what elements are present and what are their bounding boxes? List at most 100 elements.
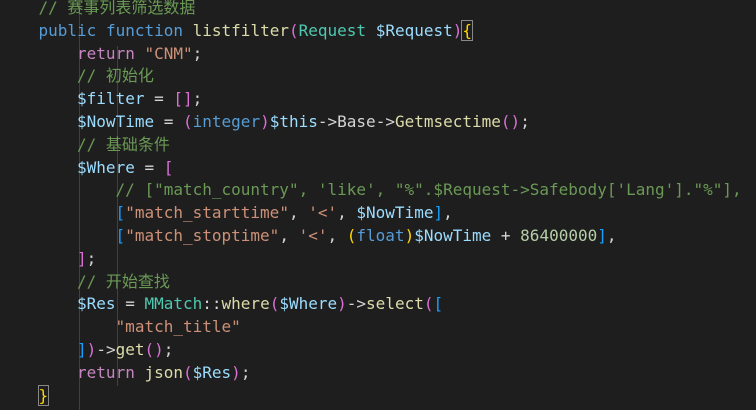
code-token: ] <box>77 248 87 268</box>
code-line[interactable]: return json($Res); <box>77 362 250 385</box>
code-token: ; <box>520 112 530 131</box>
code-token: Base <box>337 112 376 131</box>
code-token: '<' <box>298 226 328 245</box>
code-token: = <box>115 294 145 314</box>
code-token: json <box>144 362 183 382</box>
code-token: $Request <box>375 20 453 40</box>
code-token: $Res <box>77 294 116 314</box>
code-token: = <box>134 157 164 177</box>
code-editor[interactable]: // 赛事列表筛选数据 public function listfilter(Re… <box>0 0 756 410</box>
code-token: -> <box>375 112 395 131</box>
code-token: , <box>288 203 309 223</box>
code-token: $NowTime <box>77 112 155 131</box>
code-token: $Res <box>192 362 232 382</box>
code-token: ; <box>192 89 203 109</box>
code-token: ] <box>597 226 607 245</box>
code-token: () <box>144 340 164 359</box>
code-line[interactable]: $filter = []; <box>77 88 202 111</box>
code-token: $Where <box>279 294 338 314</box>
code-token: MMatch <box>144 294 203 314</box>
code-token: , <box>443 203 453 223</box>
code-token: $filter <box>77 89 145 109</box>
code-line[interactable]: // 基础条件 <box>77 134 170 157</box>
code-token: ; <box>86 248 97 268</box>
code-token: float <box>356 226 405 245</box>
code-token: -> <box>317 112 338 131</box>
code-token: ( <box>346 226 357 245</box>
code-line[interactable]: $Res = MMatch::where($Where)->select([ <box>77 293 443 316</box>
code-token: = <box>144 89 174 109</box>
code-token: return <box>77 362 145 382</box>
code-token: { <box>461 19 473 41</box>
code-token: [ <box>433 294 444 314</box>
code-token: ) <box>337 294 347 314</box>
code-line[interactable]: $Where = [ <box>77 157 173 180</box>
code-line[interactable]: // 赛事列表筛选数据 <box>39 0 196 20</box>
code-token: ; <box>192 43 203 63</box>
code-token: $NowTime <box>356 203 434 223</box>
code-token: // 赛事列表筛选数据 <box>38 0 196 17</box>
code-token: -> <box>96 340 116 359</box>
code-token: return <box>77 43 145 63</box>
code-token: Request <box>298 20 367 40</box>
code-token: ] <box>77 340 87 359</box>
code-token: [ <box>163 157 174 177</box>
code-token: = <box>154 112 183 131</box>
code-token: , <box>327 226 347 245</box>
code-token: [ <box>115 203 126 223</box>
code-token: where <box>221 294 270 314</box>
code-line[interactable]: public function listfilter(Request $Requ… <box>38 19 473 43</box>
code-token: public function <box>38 20 193 40</box>
code-token: , <box>606 226 617 245</box>
code-token: + <box>491 226 521 245</box>
code-token: // 基础条件 <box>77 134 170 154</box>
code-token: ( <box>183 112 193 131</box>
code-token: $NowTime <box>414 226 492 245</box>
code-token: // ["match_country", 'like', "%".$Reques… <box>115 180 742 200</box>
code-token: // 初始化 <box>77 66 154 86</box>
code-token: :: <box>202 294 222 314</box>
code-line[interactable]: ]; <box>77 248 96 271</box>
code-token: , <box>279 226 299 245</box>
code-token: ] <box>433 203 444 223</box>
code-line[interactable]: ])->get(); <box>77 339 173 362</box>
code-token: "match_stoptime" <box>125 226 280 245</box>
code-token: listfilter <box>192 20 289 40</box>
code-token: ) <box>452 20 463 40</box>
code-line[interactable]: ["match_stoptime", '<', (float)$NowTime … <box>116 225 617 248</box>
code-token: () <box>500 112 521 131</box>
code-token: ; <box>240 362 251 382</box>
code-line[interactable]: "match_title" <box>116 316 241 339</box>
code-line[interactable]: // 初始化 <box>77 65 154 88</box>
code-line[interactable]: } <box>37 384 50 408</box>
code-token: Getmsectime <box>394 112 501 131</box>
code-token: '<' <box>308 203 338 223</box>
code-line[interactable]: // ["match_country", 'like', "%".$Reques… <box>116 179 742 202</box>
code-token: } <box>37 384 50 406</box>
code-token: ) <box>231 362 241 382</box>
code-token: $Where <box>77 157 135 177</box>
code-token: ; <box>163 340 174 359</box>
code-token: ( <box>183 362 193 382</box>
code-token: ) <box>404 226 415 245</box>
code-token: ) <box>260 112 270 131</box>
code-token: ) <box>86 340 97 359</box>
code-token: [] <box>173 89 193 109</box>
code-line[interactable]: $NowTime = (integer)$this->Base->Getmsec… <box>77 111 530 134</box>
code-token: "match_title" <box>115 317 241 337</box>
code-token: [ <box>115 226 126 245</box>
code-line[interactable]: ["match_starttime", '<', $NowTime], <box>116 202 453 225</box>
code-token: ( <box>288 20 299 40</box>
code-line[interactable]: return "CNM"; <box>77 43 202 66</box>
code-token: get <box>115 340 145 359</box>
code-token: integer <box>192 112 261 131</box>
code-token: ( <box>269 294 280 314</box>
code-token: $this <box>269 112 318 131</box>
code-token: "match_starttime" <box>125 203 289 223</box>
code-token: , <box>337 203 357 223</box>
code-line[interactable]: // 开始查找 <box>77 271 170 294</box>
code-token: -> <box>346 294 367 314</box>
code-token: // 开始查找 <box>77 271 170 291</box>
code-token: "CNM" <box>144 43 193 63</box>
